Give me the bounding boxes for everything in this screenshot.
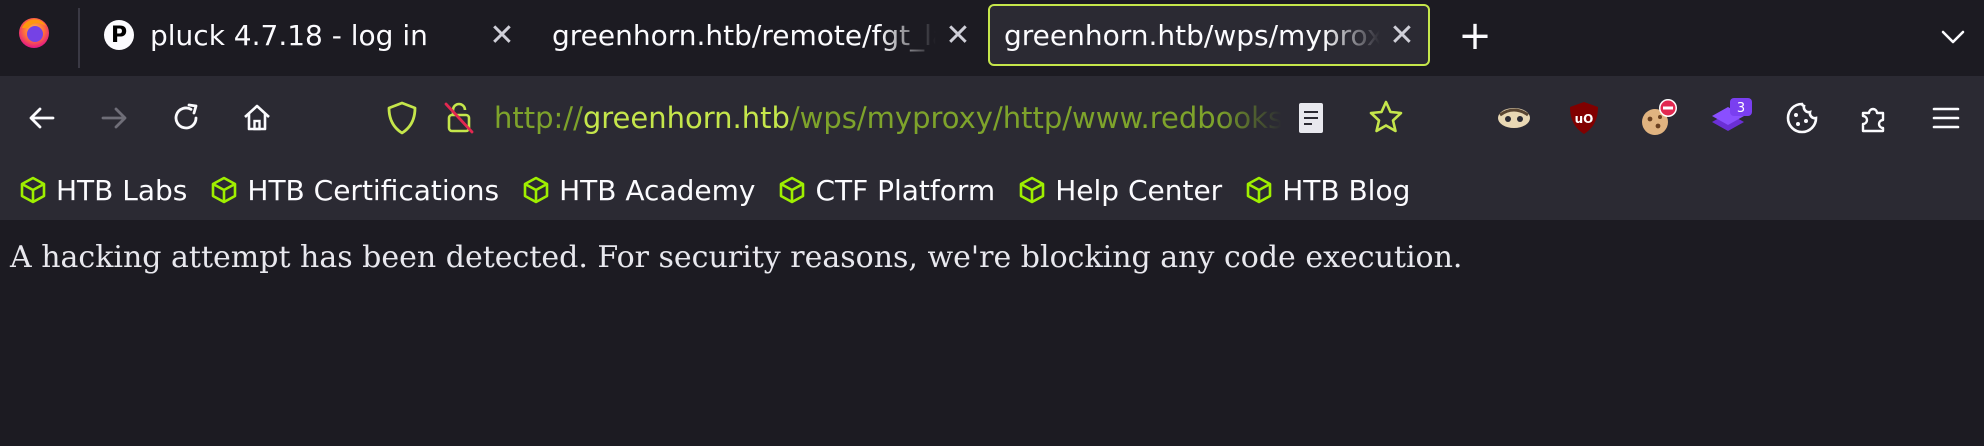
bookmark-star-icon[interactable]: [1368, 99, 1404, 135]
bookmark-ctf-platform[interactable]: CTF Platform: [777, 174, 995, 207]
cookie-editor-icon: [1786, 102, 1818, 134]
bookmark-htb-blog[interactable]: HTB Blog: [1244, 174, 1410, 207]
htb-cube-icon: [1019, 176, 1045, 204]
tab-fgt-lang[interactable]: greenhorn.htb/remote/fgt_lang?lang=/../.…: [552, 4, 972, 66]
url-bar[interactable]: http://greenhorn.htb/wps/myproxy/http/ww…: [370, 90, 1404, 146]
home-button[interactable]: [235, 96, 279, 140]
puzzle-piece-icon: [1861, 107, 1885, 133]
back-arrow-icon: [29, 107, 55, 129]
forward-button[interactable]: [92, 96, 136, 140]
new-tab-button[interactable]: +: [1455, 14, 1495, 58]
tab-title: greenhorn.htb/wps/myproxy/http/www.redbo…: [1004, 18, 1380, 52]
htb-cube-icon: [212, 176, 237, 204]
sneaky-extension-icon: [1498, 108, 1530, 128]
bookmark-htb-academy[interactable]: HTB Academy: [521, 174, 755, 207]
wappalyzer-icon: 3: [1712, 98, 1752, 131]
page-action-icon[interactable]: [1296, 100, 1326, 136]
close-tab-icon[interactable]: ✕: [1388, 18, 1416, 53]
url-path: /wps/myproxy/http/www.redbooks.ibm.com: [789, 101, 1282, 135]
navigation-toolbar: http://greenhorn.htb/wps/myproxy/http/ww…: [0, 76, 1984, 160]
ublock-origin-icon: uO: [1570, 102, 1598, 134]
extension-button[interactable]: [1780, 96, 1824, 140]
url-text[interactable]: http://greenhorn.htb/wps/myproxy/http/ww…: [494, 90, 1282, 146]
extensions-puzzle-button[interactable]: [1852, 96, 1896, 140]
extension-button[interactable]: [1636, 96, 1680, 140]
bookmark-help-center[interactable]: Help Center: [1017, 174, 1222, 207]
bookmark-label: Help Center: [1055, 173, 1223, 207]
bookmark-label: HTB Academy: [559, 173, 756, 207]
bookmark-label: HTB Certifications: [247, 173, 500, 207]
extension-badge: 3: [1737, 101, 1745, 116]
page-content: A hacking attempt has been detected. For…: [0, 220, 1984, 446]
htb-cube-icon: [523, 176, 549, 204]
insecure-lock-icon[interactable]: [442, 100, 476, 136]
chevron-down-icon[interactable]: [1938, 22, 1968, 52]
bookmark-htb-certifications[interactable]: HTB Certifications: [209, 174, 499, 207]
reload-icon: [174, 103, 198, 130]
htb-cube-icon: [20, 176, 46, 204]
close-tab-icon[interactable]: ✕: [944, 18, 972, 53]
firefox-icon[interactable]: [16, 14, 52, 50]
svg-text:uO: uO: [1575, 112, 1594, 126]
app-menu-button[interactable]: [1924, 96, 1968, 140]
tab-title: greenhorn.htb/remote/fgt_lang?lang=/../.…: [552, 18, 936, 52]
htb-cube-icon: [780, 176, 805, 204]
tracking-protection-shield-icon[interactable]: [385, 100, 419, 136]
cookie-blocker-icon: [1642, 99, 1677, 135]
tab-title: pluck 4.7.18 - log in: [150, 18, 428, 52]
pluck-favicon-icon: P: [104, 20, 134, 50]
bookmark-label: HTB Blog: [1282, 173, 1411, 207]
extension-button[interactable]: uO: [1562, 96, 1606, 140]
url-scheme: http://: [494, 101, 583, 135]
tab-myproxy-active[interactable]: greenhorn.htb/wps/myproxy/http/www.redbo…: [988, 4, 1430, 66]
forward-arrow-icon: [101, 107, 127, 129]
extension-button[interactable]: [1492, 96, 1536, 140]
url-host: greenhorn.htb: [582, 101, 790, 135]
htb-cube-icon: [1246, 176, 1272, 204]
bookmark-label: HTB Labs: [56, 173, 188, 207]
hacking-attempt-message: A hacking attempt has been detected. For…: [10, 240, 1463, 275]
bookmark-htb-labs[interactable]: HTB Labs: [18, 174, 187, 207]
tab-pluck-login[interactable]: P pluck 4.7.18 - log in ✕: [104, 4, 516, 66]
bookmarks-toolbar: HTB Labs HTB Certifications HTB Academy …: [0, 160, 1984, 220]
home-icon: [244, 104, 270, 131]
tab-strip: P pluck 4.7.18 - log in ✕ greenhorn.htb/…: [0, 0, 1984, 76]
tab-separator: [78, 8, 80, 68]
close-tab-icon[interactable]: ✕: [488, 18, 516, 53]
extension-button[interactable]: 3: [1708, 96, 1752, 140]
bookmark-label: CTF Platform: [815, 173, 996, 207]
reload-button[interactable]: [164, 96, 208, 140]
back-button[interactable]: [20, 96, 64, 140]
hamburger-menu-icon: [1932, 107, 1960, 129]
